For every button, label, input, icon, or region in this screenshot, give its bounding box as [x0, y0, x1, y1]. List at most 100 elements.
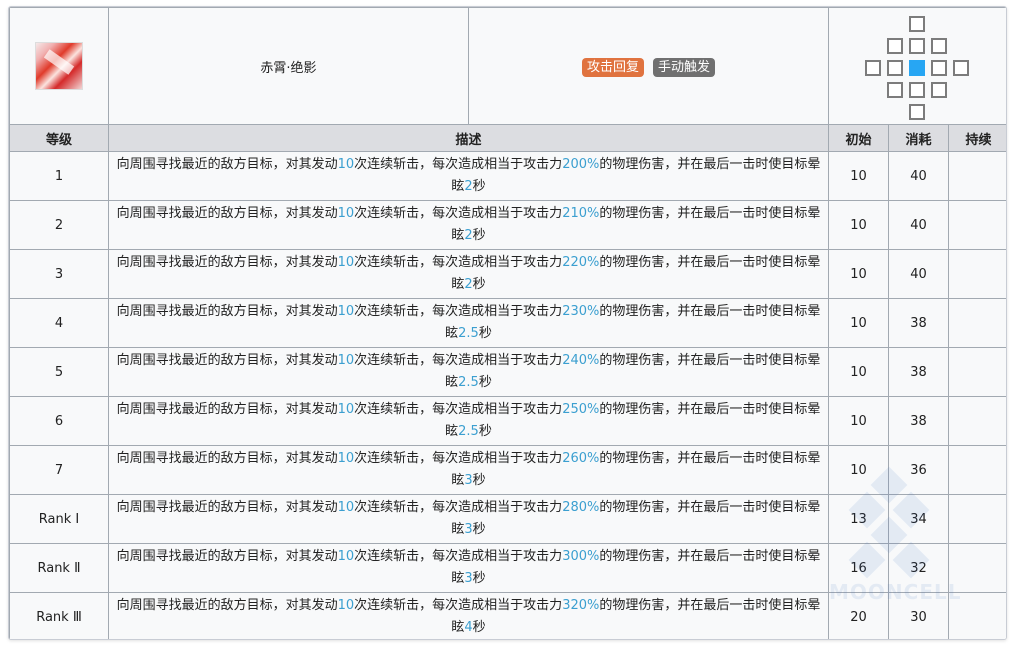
- desc-strikes: 10: [337, 549, 355, 564]
- level-row: 7 向周围寻找最近的敌方目标，对其发动10次连续斩击，每次造成相当于攻击力260%…: [9, 445, 1006, 495]
- initial-sp-cell: 10: [828, 445, 889, 495]
- sp-cost-cell: 36: [888, 445, 949, 495]
- level-cell: Rank Ⅰ: [9, 494, 109, 544]
- range-tile: [908, 104, 925, 120]
- desc-text: 次连续斩击，每次造成相当于攻击力: [354, 402, 563, 417]
- level-cell: 7: [9, 445, 109, 495]
- duration-cell: [948, 494, 1006, 544]
- sp-cost-cell: 40: [888, 249, 949, 299]
- range-tile: [952, 60, 969, 76]
- range-tile: [886, 38, 903, 54]
- desc-text: 秒: [478, 375, 492, 390]
- level-row: 1 向周围寻找最近的敌方目标，对其发动10次连续斩击，每次造成相当于攻击力200%…: [9, 151, 1006, 201]
- initial-sp-cell: 20: [828, 592, 889, 639]
- level-row: 4 向周围寻找最近的敌方目标，对其发动10次连续斩击，每次造成相当于攻击力230%…: [9, 298, 1006, 348]
- desc-damage-pct: 320%: [562, 598, 600, 613]
- desc-stun-seconds: 2: [464, 179, 473, 194]
- desc-text: 向周围寻找最近的敌方目标，对其发动: [116, 598, 338, 613]
- desc-damage-pct: 260%: [562, 451, 600, 466]
- level-row: 6 向周围寻找最近的敌方目标，对其发动10次连续斩击，每次造成相当于攻击力250%…: [9, 396, 1006, 446]
- level-rows: 1 向周围寻找最近的敌方目标，对其发动10次连续斩击，每次造成相当于攻击力200%…: [9, 151, 1006, 639]
- attack-range-grid: [864, 16, 973, 120]
- description-cell: 向周围寻找最近的敌方目标，对其发动10次连续斩击，每次造成相当于攻击力280%的…: [108, 494, 829, 544]
- header-cost: 消耗: [888, 124, 949, 152]
- level-cell: 2: [9, 200, 109, 250]
- desc-stun-seconds: 2: [464, 277, 473, 292]
- range-tile: [908, 38, 925, 54]
- desc-text: 秒: [472, 522, 486, 537]
- desc-stun-seconds: 3: [464, 522, 473, 537]
- range-tile: [908, 82, 925, 98]
- header-desc: 描述: [108, 124, 829, 152]
- desc-text: 向周围寻找最近的敌方目标，对其发动: [116, 206, 338, 221]
- desc-text: 次连续斩击，每次造成相当于攻击力: [354, 549, 563, 564]
- level-row: 5 向周围寻找最近的敌方目标，对其发动10次连续斩击，每次造成相当于攻击力240%…: [9, 347, 1006, 397]
- tag-manual-trigger: 手动触发: [653, 57, 716, 77]
- duration-cell: [948, 592, 1006, 639]
- desc-text: 秒: [472, 179, 486, 194]
- sp-cost-cell: 32: [888, 543, 949, 593]
- initial-sp-cell: 10: [828, 249, 889, 299]
- desc-text: 秒: [472, 277, 486, 292]
- level-row: 3 向周围寻找最近的敌方目标，对其发动10次连续斩击，每次造成相当于攻击力220%…: [9, 249, 1006, 299]
- level-row: Rank Ⅰ 向周围寻找最近的敌方目标，对其发动10次连续斩击，每次造成相当于攻击…: [9, 494, 1006, 544]
- level-row: 2 向周围寻找最近的敌方目标，对其发动10次连续斩击，每次造成相当于攻击力210%…: [9, 200, 1006, 250]
- desc-strikes: 10: [337, 451, 355, 466]
- desc-damage-pct: 280%: [562, 500, 600, 515]
- duration-cell: [948, 249, 1006, 299]
- sp-cost-cell: 38: [888, 396, 949, 446]
- header-duration: 持续: [948, 124, 1006, 152]
- skill-icon: [35, 42, 83, 90]
- desc-damage-pct: 240%: [562, 353, 600, 368]
- desc-damage-pct: 220%: [562, 255, 600, 270]
- desc-text: 向周围寻找最近的敌方目标，对其发动: [116, 353, 338, 368]
- skill-tags: 攻击回复 手动触发: [468, 7, 829, 125]
- description-cell: 向周围寻找最近的敌方目标，对其发动10次连续斩击，每次造成相当于攻击力300%的…: [108, 543, 829, 593]
- desc-strikes: 10: [337, 598, 355, 613]
- initial-sp-cell: 13: [828, 494, 889, 544]
- desc-damage-pct: 210%: [562, 206, 600, 221]
- desc-stun-seconds: 2: [464, 228, 473, 243]
- level-cell: 3: [9, 249, 109, 299]
- desc-stun-seconds: 2.5: [458, 375, 479, 390]
- desc-text: 秒: [472, 571, 486, 586]
- duration-cell: [948, 396, 1006, 446]
- range-tile: [886, 60, 903, 76]
- desc-text: 秒: [472, 620, 486, 635]
- sp-cost-cell: 38: [888, 347, 949, 397]
- desc-text: 次连续斩击，每次造成相当于攻击力: [354, 598, 563, 613]
- level-row: Rank Ⅲ 向周围寻找最近的敌方目标，对其发动10次连续斩击，每次造成相当于攻击…: [9, 592, 1006, 639]
- range-tile: [886, 82, 903, 98]
- initial-sp-cell: 10: [828, 347, 889, 397]
- description-cell: 向周围寻找最近的敌方目标，对其发动10次连续斩击，每次造成相当于攻击力250%的…: [108, 396, 829, 446]
- desc-text: 向周围寻找最近的敌方目标，对其发动: [116, 157, 338, 172]
- duration-cell: [948, 445, 1006, 495]
- skill-icon-cell: [9, 7, 109, 125]
- description-cell: 向周围寻找最近的敌方目标，对其发动10次连续斩击，每次造成相当于攻击力240%的…: [108, 347, 829, 397]
- desc-text: 次连续斩击，每次造成相当于攻击力: [354, 353, 563, 368]
- desc-text: 次连续斩击，每次造成相当于攻击力: [354, 304, 563, 319]
- header-row: 等级 描述 初始 消耗 持续: [9, 124, 1006, 152]
- desc-stun-seconds: 4: [464, 620, 473, 635]
- duration-cell: [948, 298, 1006, 348]
- skill-table-card: 赤霄·绝影 攻击回复 手动触发 等级 描述 初始 消耗 持续 1 向周围寻找最近…: [8, 6, 1007, 640]
- desc-stun-seconds: 2.5: [458, 326, 479, 341]
- initial-sp-cell: 10: [828, 298, 889, 348]
- desc-text: 次连续斩击，每次造成相当于攻击力: [354, 451, 563, 466]
- desc-text: 次连续斩击，每次造成相当于攻击力: [354, 255, 563, 270]
- desc-damage-pct: 230%: [562, 304, 600, 319]
- description-cell: 向周围寻找最近的敌方目标，对其发动10次连续斩击，每次造成相当于攻击力260%的…: [108, 445, 829, 495]
- desc-stun-seconds: 3: [464, 473, 473, 488]
- level-cell: 5: [9, 347, 109, 397]
- desc-text: 向周围寻找最近的敌方目标，对其发动: [116, 500, 338, 515]
- header-initial: 初始: [828, 124, 889, 152]
- description-cell: 向周围寻找最近的敌方目标，对其发动10次连续斩击，每次造成相当于攻击力230%的…: [108, 298, 829, 348]
- range-tile: [908, 16, 925, 32]
- desc-text: 次连续斩击，每次造成相当于攻击力: [354, 157, 563, 172]
- desc-text: 秒: [478, 424, 492, 439]
- desc-strikes: 10: [337, 206, 355, 221]
- desc-strikes: 10: [337, 255, 355, 270]
- sp-cost-cell: 34: [888, 494, 949, 544]
- desc-text: 次连续斩击，每次造成相当于攻击力: [354, 500, 563, 515]
- desc-strikes: 10: [337, 402, 355, 417]
